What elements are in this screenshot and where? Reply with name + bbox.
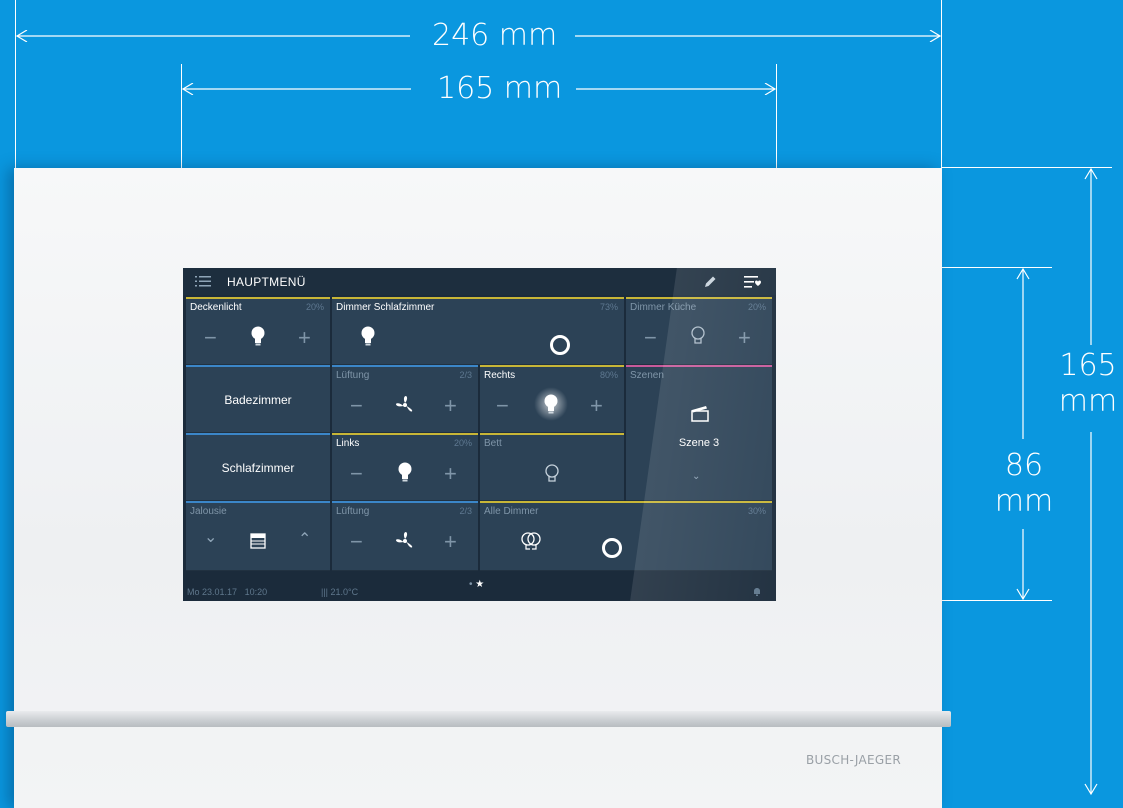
favorites-star-icon[interactable]: ★ (475, 579, 484, 590)
bulb-on-icon (544, 394, 558, 414)
tile-label: Links (336, 438, 360, 449)
tile-dimmer-schlafzimmer[interactable]: Dimmer Schlafzimmer 73% (332, 297, 624, 365)
plus-button[interactable]: + (738, 327, 751, 349)
tile-rechts[interactable]: Rechts 80% − + (480, 365, 624, 433)
chevron-down-button[interactable]: ⌄ (204, 527, 217, 547)
tile-value: 20% (747, 302, 766, 312)
page-indicator[interactable]: • ★ (469, 579, 484, 590)
dim-arrow-total-height (1084, 167, 1098, 796)
minus-button[interactable]: − (350, 531, 363, 553)
touch-screen: HAUPTMENÜ Deckenlicht 20% − + Dimmer Sch… (183, 268, 776, 601)
scene-value: Szene 3 (678, 437, 720, 449)
tile-label: Dimmer Küche (630, 302, 697, 313)
chevron-up-button[interactable]: ⌃ (298, 529, 311, 549)
top-bar: HAUPTMENÜ (183, 268, 776, 295)
fan-icon (396, 532, 413, 548)
plus-button[interactable]: + (590, 395, 603, 417)
fan-icon (396, 396, 413, 412)
bulb-on-icon (361, 326, 375, 346)
clapperboard-icon (691, 406, 709, 422)
dim-total-height-unit: mm (1058, 384, 1118, 419)
favorites-list-icon[interactable] (744, 275, 762, 289)
tile-value: 2/3 (459, 370, 472, 380)
date-text: Mo 23.01.17 (187, 587, 238, 597)
brand-logo: BUSCH-JAEGER (806, 753, 901, 767)
tile-label: Jalousie (190, 506, 227, 517)
tile-alle-dimmer[interactable]: Alle Dimmer 30% (480, 501, 772, 571)
tile-label: Rechts (484, 370, 516, 381)
tile-value: 20% (305, 302, 324, 312)
plus-button[interactable]: + (444, 395, 457, 417)
edit-pen-icon[interactable] (703, 275, 717, 289)
bulb-off-icon (691, 326, 705, 344)
page-title: HAUPTMENÜ (227, 275, 306, 289)
dimmer-slider-knob[interactable] (550, 335, 570, 355)
bulb-off-icon (545, 464, 559, 482)
dim-total-height-value: 165 (1059, 348, 1117, 383)
tile-label: Lüftung (336, 370, 370, 381)
dim-total-height-label: 165 mm (1055, 348, 1121, 420)
tile-value: 80% (599, 370, 618, 380)
tile-szenen[interactable]: Szenen Szene 3 ⌄ (626, 365, 772, 501)
tile-value: 30% (747, 506, 766, 516)
dim-screen-height-label: 86 mm (989, 448, 1059, 520)
chevron-down-icon[interactable]: ⌄ (692, 471, 700, 482)
tile-value: 2/3 (459, 506, 472, 516)
tile-schlafzimmer[interactable]: Schlafzimmer (186, 433, 330, 501)
time-text: 10:20 (244, 587, 268, 597)
plus-button[interactable]: + (444, 463, 457, 485)
temperature-readout: ||| 21.0°C (321, 587, 358, 597)
minus-button[interactable]: − (350, 395, 363, 417)
room-label: Schlafzimmer (221, 461, 295, 475)
device-ledge (6, 711, 951, 727)
minus-button[interactable]: − (496, 395, 509, 417)
tile-dimmer-kueche[interactable]: Dimmer Küche 20% − + (626, 297, 772, 365)
dim-tick-left-inner (181, 64, 182, 168)
menu-list-icon[interactable] (195, 276, 211, 287)
room-label: Badezimmer (224, 393, 292, 407)
tile-lueftung-1[interactable]: Lüftung 2/3 − + (332, 365, 478, 433)
dim-tick-screen-bottom (942, 600, 1052, 601)
temperature-text: 21.0°C (330, 587, 359, 597)
plus-button[interactable]: + (444, 531, 457, 553)
dim-tick-right-inner (776, 64, 777, 168)
tile-bett[interactable]: Bett (480, 433, 624, 501)
dim-screen-width-label: 165 mm (437, 71, 563, 106)
tile-links[interactable]: Links 20% − + (332, 433, 478, 501)
blind-icon (250, 533, 266, 549)
dim-tick-left-outer (15, 0, 16, 168)
thermometer-icon: ||| (321, 587, 329, 597)
dim-arrow-screen-height (1016, 267, 1030, 601)
tile-label: Lüftung (336, 506, 370, 517)
date-time-readout: Mo 23.01.17 10:20 (187, 587, 267, 597)
minus-button[interactable]: − (644, 327, 657, 349)
minus-button[interactable]: − (350, 463, 363, 485)
minus-button[interactable]: − (204, 327, 217, 349)
dim-screen-height-unit: mm (994, 484, 1054, 519)
dim-screen-height-value: 86 (1004, 448, 1044, 483)
tile-deckenlicht[interactable]: Deckenlicht 20% − + (186, 297, 330, 365)
tile-lueftung-2[interactable]: Lüftung 2/3 − + (332, 501, 478, 571)
bulb-on-icon (398, 462, 412, 482)
tile-value: 73% (599, 302, 618, 312)
dimmer-slider-knob[interactable] (602, 538, 622, 558)
tile-label: Szenen (630, 370, 664, 381)
dim-tick-right-outer (941, 0, 942, 168)
tile-label: Deckenlicht (190, 302, 242, 313)
dim-tick-screen-top (942, 267, 1052, 268)
status-bar: Mo 23.01.17 10:20 ||| 21.0°C • ★ (183, 576, 776, 601)
tile-label: Bett (484, 438, 502, 449)
page-dot-icon[interactable]: • (469, 579, 473, 590)
tile-value: 20% (453, 438, 472, 448)
dim-total-width-label: 246 mm (432, 18, 558, 53)
plus-button[interactable]: + (298, 327, 311, 349)
bulb-on-icon (251, 326, 265, 346)
tile-label: Dimmer Schlafzimmer (336, 302, 435, 313)
tile-badezimmer[interactable]: Badezimmer (186, 365, 330, 433)
tile-jalousie[interactable]: Jalousie ⌄ ⌃ (186, 501, 330, 571)
bell-icon[interactable] (753, 587, 761, 596)
multi-bulb-icon (521, 532, 541, 550)
tile-label: Alle Dimmer (484, 506, 539, 517)
